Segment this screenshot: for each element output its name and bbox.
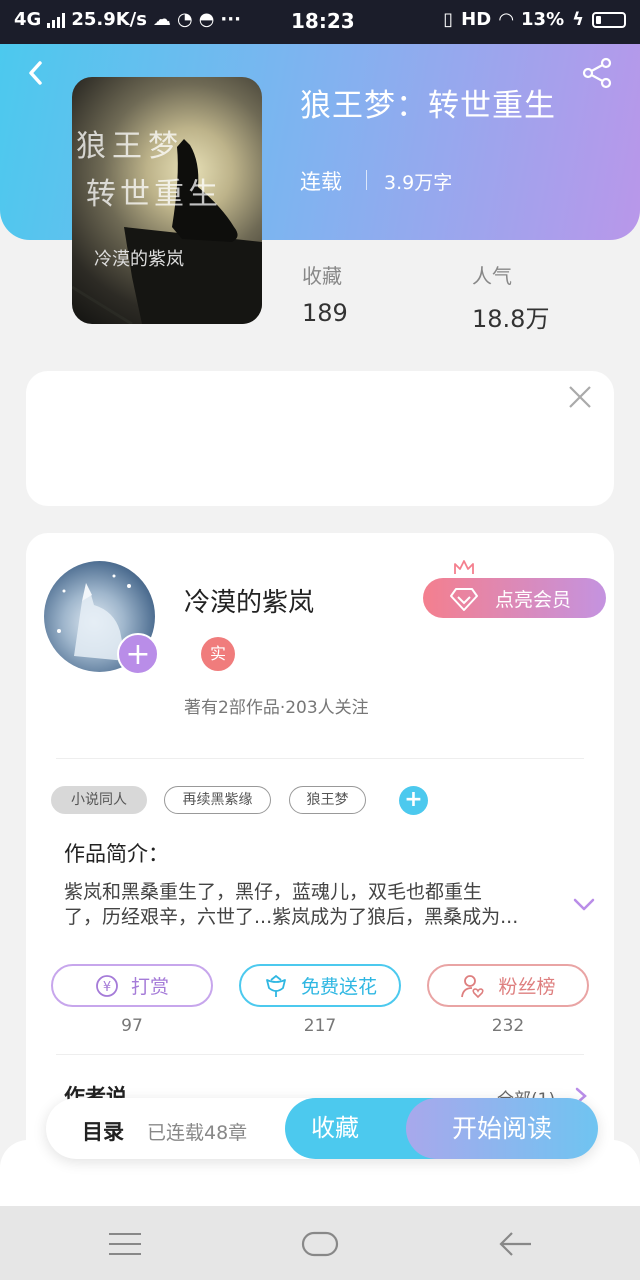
tag-item[interactable]: 狼王梦 bbox=[289, 786, 366, 814]
back-nav-icon[interactable] bbox=[498, 1230, 534, 1258]
word-count: 3.9万字 bbox=[384, 172, 453, 194]
system-nav-bar bbox=[0, 1206, 640, 1280]
divider bbox=[56, 1054, 584, 1055]
status-left: 4G 25.9K/s ☁ ◔ ◓ ··· bbox=[14, 9, 241, 30]
serial-status: 连载 bbox=[300, 170, 342, 194]
book-title: 狼王梦：转世重生 bbox=[300, 88, 556, 124]
vibrate-icon: ▯ bbox=[443, 9, 454, 30]
fan-count: 232 bbox=[491, 1016, 525, 1036]
more-icon: ··· bbox=[220, 9, 241, 30]
fan-ranking-label: 粉丝榜 bbox=[498, 976, 556, 998]
vip-button-label: 点亮会员 bbox=[495, 588, 572, 611]
cover-title-1: 狼王梦 bbox=[76, 129, 184, 164]
cloud-icon: ☁ bbox=[152, 9, 171, 30]
back-button[interactable] bbox=[22, 58, 52, 88]
fan-ranking-button[interactable]: 粉丝榜 bbox=[427, 964, 589, 1007]
battery-icon bbox=[592, 11, 626, 28]
favorites-label: 收藏 bbox=[302, 264, 342, 288]
intro-line: 了，历经艰辛，六世了...紫岚成为了狼后，黑桑成为... bbox=[64, 906, 519, 928]
chapter-count[interactable]: 已连载48章 bbox=[147, 1118, 247, 1145]
send-flower-label: 免费送花 bbox=[300, 976, 377, 998]
popularity-value: 18.8万 bbox=[472, 305, 550, 333]
crown-icon bbox=[454, 560, 474, 574]
favorites-value: 189 bbox=[302, 299, 348, 327]
tip-label: 打赏 bbox=[130, 976, 169, 998]
tip-count: 97 bbox=[121, 1016, 143, 1036]
charging-icon: ϟ bbox=[572, 9, 584, 30]
verified-badge: 实 bbox=[201, 637, 235, 671]
network-speed: 25.9K/s bbox=[71, 9, 147, 30]
menu-icon[interactable] bbox=[108, 1232, 142, 1256]
diamond-icon bbox=[450, 588, 478, 611]
signal-icon bbox=[47, 12, 66, 28]
ad-card[interactable] bbox=[26, 371, 614, 506]
popularity-label: 人气 bbox=[472, 264, 512, 288]
tag-item[interactable]: 再续黑紫缘 bbox=[164, 786, 271, 814]
author-name[interactable]: 冷漠的紫岚 bbox=[184, 582, 314, 619]
intro-label: 作品简介： bbox=[64, 842, 169, 866]
status-bar: 4G 25.9K/s ☁ ◔ ◓ ··· 18:23 ▯ HD ◠ 13% ϟ bbox=[0, 0, 640, 44]
intro-text[interactable]: 紫岚和黑桑重生了，黑仔，蓝魂儿，双毛也都重生 了，历经艰辛，六世了...紫岚成为… bbox=[64, 880, 554, 930]
tag-item[interactable]: 小说同人 bbox=[51, 786, 147, 814]
toc-button[interactable]: 目录 bbox=[82, 1116, 124, 1146]
book-cover[interactable]: 狼王梦 转世重生 冷漠的紫岚 bbox=[72, 77, 262, 324]
divider bbox=[56, 758, 584, 759]
wechat-icon: ◔ bbox=[176, 9, 193, 30]
chevron-down-icon[interactable] bbox=[572, 896, 596, 914]
wifi-icon: ◠ bbox=[499, 9, 514, 30]
author-meta: 著有2部作品·203人关注 bbox=[184, 698, 369, 718]
user-heart-icon bbox=[461, 974, 485, 998]
share-button[interactable] bbox=[580, 56, 614, 90]
tip-button[interactable]: ¥ 打赏 bbox=[51, 964, 213, 1007]
add-tag-button[interactable]: + bbox=[399, 786, 428, 815]
flower-count: 217 bbox=[303, 1016, 337, 1036]
cover-author: 冷漠的紫岚 bbox=[94, 249, 184, 270]
status-right: ▯ HD ◠ 13% ϟ bbox=[443, 9, 626, 30]
yen-icon: ¥ bbox=[96, 974, 118, 997]
hd-label: HD bbox=[461, 9, 492, 30]
svg-text:¥: ¥ bbox=[103, 980, 111, 995]
start-reading-button[interactable]: 开始阅读 bbox=[406, 1098, 598, 1159]
send-flower-button[interactable]: 免费送花 bbox=[239, 964, 401, 1007]
home-icon[interactable] bbox=[301, 1230, 339, 1258]
divider bbox=[366, 170, 367, 190]
close-icon[interactable] bbox=[566, 383, 594, 411]
network-type: 4G bbox=[14, 9, 42, 30]
battery-percent: 13% bbox=[521, 9, 565, 30]
cover-title-2: 转世重生 bbox=[86, 177, 222, 212]
clock: 18:23 bbox=[291, 9, 355, 33]
qq-icon: ◓ bbox=[198, 9, 215, 30]
follow-author-button[interactable]: + bbox=[117, 633, 159, 675]
flower-icon bbox=[266, 974, 286, 997]
intro-line: 紫岚和黑桑重生了，黑仔，蓝魂儿，双毛也都重生 bbox=[64, 881, 483, 903]
